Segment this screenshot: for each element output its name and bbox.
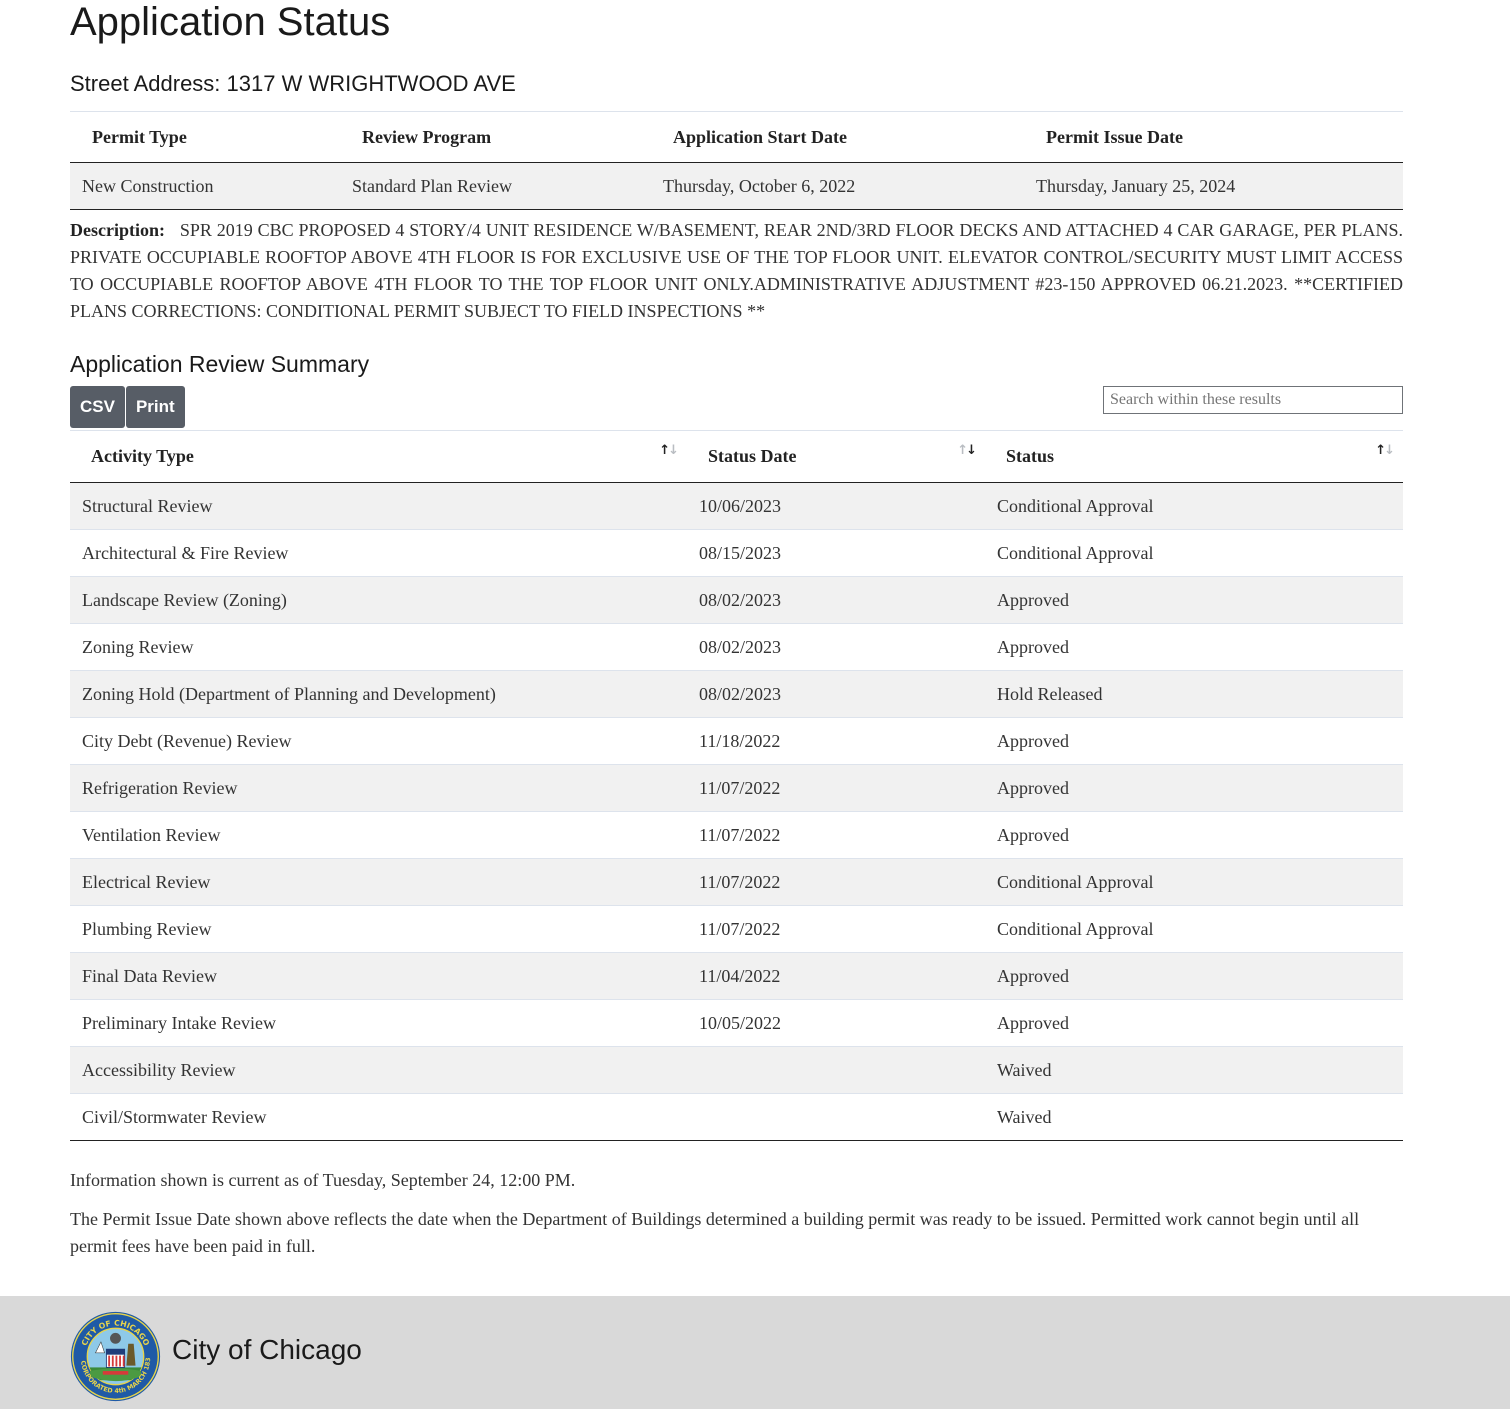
footer-brand-name[interactable]: City of Chicago (172, 1334, 362, 1366)
street-address-label: Street Address: (70, 71, 221, 96)
status-cell: Approved (985, 952, 1403, 1000)
status-date-cell: 08/02/2023 (687, 623, 985, 671)
status-date-cell: 11/07/2022 (687, 858, 985, 906)
status-cell: Conditional Approval (985, 858, 1403, 906)
activity-type-cell: Plumbing Review (70, 905, 687, 953)
print-button[interactable]: Print (125, 386, 185, 428)
sort-up-down-icon[interactable]: ↑↓ (1375, 443, 1395, 458)
activity-type-cell: Electrical Review (70, 858, 687, 906)
header-application-start-date: Application Start Date (651, 111, 1024, 163)
header-permit-issue-date: Permit Issue Date (1024, 111, 1403, 163)
status-cell: Approved (985, 811, 1403, 859)
review-table-row: Refrigeration Review 11/07/2022 Approved (70, 764, 1403, 812)
application-start-date-value: Thursday, October 6, 2022 (651, 162, 1024, 210)
permit-issue-date-value: Thursday, January 25, 2024 (1024, 162, 1403, 210)
review-table-row: Ventilation Review 11/07/2022 Approved (70, 811, 1403, 859)
status-cell: Approved (985, 717, 1403, 765)
review-table-row: Preliminary Intake Review 10/05/2022 Appro… (70, 999, 1403, 1047)
status-cell: Approved (985, 623, 1403, 671)
street-address: Street Address: 1317 W WRIGHTWOOD AVE (70, 69, 1403, 99)
activity-type-cell: Architectural & Fire Review (70, 529, 687, 577)
review-table-row: Zoning Hold (Department of Planning and … (70, 670, 1403, 718)
site-footer: CITY OF CHICAGO INCORPORATED 4th MARCH 1… (0, 1296, 1510, 1409)
activity-type-cell: Accessibility Review (70, 1046, 687, 1094)
description-label: Description: (70, 220, 165, 240)
header-review-program: Review Program (340, 111, 651, 163)
activity-type-cell: Ventilation Review (70, 811, 687, 859)
status-date-cell: 11/04/2022 (687, 952, 985, 1000)
page-title: Application Status (70, 0, 391, 44)
csv-export-button[interactable]: CSV (70, 386, 125, 428)
review-summary-table: Activity Type ↑↓ Status Date ↑↓ Status ↑… (70, 430, 1403, 1141)
status-date-cell: 10/05/2022 (687, 999, 985, 1047)
status-date-cell (687, 1093, 985, 1141)
status-date-cell: 11/18/2022 (687, 717, 985, 765)
review-table-row: Landscape Review (Zoning) 08/02/2023 Appro… (70, 576, 1403, 624)
status-date-cell: 08/15/2023 (687, 529, 985, 577)
activity-type-cell: Landscape Review (Zoning) (70, 576, 687, 624)
status-cell: Approved (985, 999, 1403, 1047)
review-table-row: Architectural & Fire Review 08/15/2023 Con… (70, 529, 1403, 577)
activity-type-cell: Preliminary Intake Review (70, 999, 687, 1047)
permit-type-value: New Construction (70, 162, 340, 210)
activity-type-cell: Zoning Hold (Department of Planning and … (70, 670, 687, 718)
status-cell: Waived (985, 1093, 1403, 1141)
header-permit-type: Permit Type (70, 111, 340, 163)
city-of-chicago-seal-icon[interactable]: CITY OF CHICAGO INCORPORATED 4th MARCH 1… (70, 1311, 161, 1402)
status-cell: Approved (985, 576, 1403, 624)
description-text: SPR 2019 CBC PROPOSED 4 STORY/4 UNIT RES… (70, 220, 1404, 321)
activity-type-cell: City Debt (Revenue) Review (70, 717, 687, 765)
status-cell: Conditional Approval (985, 905, 1403, 953)
status-cell: Conditional Approval (985, 529, 1403, 577)
review-table-body: Structural Review 10/06/2023 Conditional A… (70, 482, 1403, 1141)
activity-type-cell: Structural Review (70, 482, 687, 530)
permit-summary-header-row: Permit Type Review Program Application S… (70, 111, 1403, 163)
status-cell: Approved (985, 764, 1403, 812)
review-table-row: Accessibility Review Waived (70, 1046, 1403, 1094)
status-date-cell: 10/06/2023 (687, 482, 985, 530)
status-cell: Waived (985, 1046, 1403, 1094)
review-table-row: Structural Review 10/06/2023 Conditional A… (70, 482, 1403, 530)
permit-summary-row: New Construction Standard Plan Review Th… (70, 162, 1403, 210)
current-as-of-note: Information shown is current as of Tuesd… (70, 1170, 576, 1190)
review-table-row: Electrical Review 11/07/2022 Conditional A… (70, 858, 1403, 906)
sort-up-down-icon[interactable]: ↑↓ (659, 443, 679, 458)
column-label-status: Status (1006, 446, 1055, 466)
review-table-row: Zoning Review 08/02/2023 Approved (70, 623, 1403, 671)
activity-type-cell: Zoning Review (70, 623, 687, 671)
column-label-activity-type: Activity Type (91, 446, 194, 466)
main-content: Application Status Street Address: 1317 … (70, 0, 1403, 1260)
review-table-header-row: Activity Type ↑↓ Status Date ↑↓ Status ↑… (70, 430, 1403, 483)
review-table-row: Plumbing Review 11/07/2022 Conditional App… (70, 905, 1403, 953)
activity-type-cell: Civil/Stormwater Review (70, 1093, 687, 1141)
review-table-row: Civil/Stormwater Review Waived (70, 1093, 1403, 1141)
street-address-value: 1317 W WRIGHTWOOD AVE (226, 71, 516, 96)
column-label-status-date: Status Date (708, 446, 797, 466)
status-date-cell: 08/02/2023 (687, 576, 985, 624)
review-toolbar: CSV Print (70, 386, 1403, 430)
status-date-cell: 11/07/2022 (687, 905, 985, 953)
sort-descending-icon[interactable]: ↑↓ (957, 443, 977, 458)
review-program-value: Standard Plan Review (340, 162, 651, 210)
status-date-cell: 11/07/2022 (687, 811, 985, 859)
status-cell: Hold Released (985, 670, 1403, 718)
permit-description: Description: SPR 2019 CBC PROPOSED 4 STO… (70, 217, 1403, 325)
search-results-input[interactable] (1103, 386, 1403, 414)
status-date-cell: 08/02/2023 (687, 670, 985, 718)
permit-summary-table: Permit Type Review Program Application S… (70, 111, 1403, 210)
status-date-cell: 11/07/2022 (687, 764, 985, 812)
column-header-status-date[interactable]: Status Date ↑↓ (687, 430, 985, 483)
review-table-row: Final Data Review 11/04/2022 Approved (70, 952, 1403, 1000)
column-header-status[interactable]: Status ↑↓ (985, 430, 1403, 483)
permit-issue-date-note: The Permit Issue Date shown above reflec… (70, 1209, 1360, 1256)
status-cell: Conditional Approval (985, 482, 1403, 530)
activity-type-cell: Final Data Review (70, 952, 687, 1000)
column-header-activity-type[interactable]: Activity Type ↑↓ (70, 430, 687, 483)
status-date-cell (687, 1046, 985, 1094)
review-summary-title: Application Review Summary (70, 351, 370, 377)
activity-type-cell: Refrigeration Review (70, 764, 687, 812)
review-table-row: City Debt (Revenue) Review 11/18/2022 Appr… (70, 717, 1403, 765)
